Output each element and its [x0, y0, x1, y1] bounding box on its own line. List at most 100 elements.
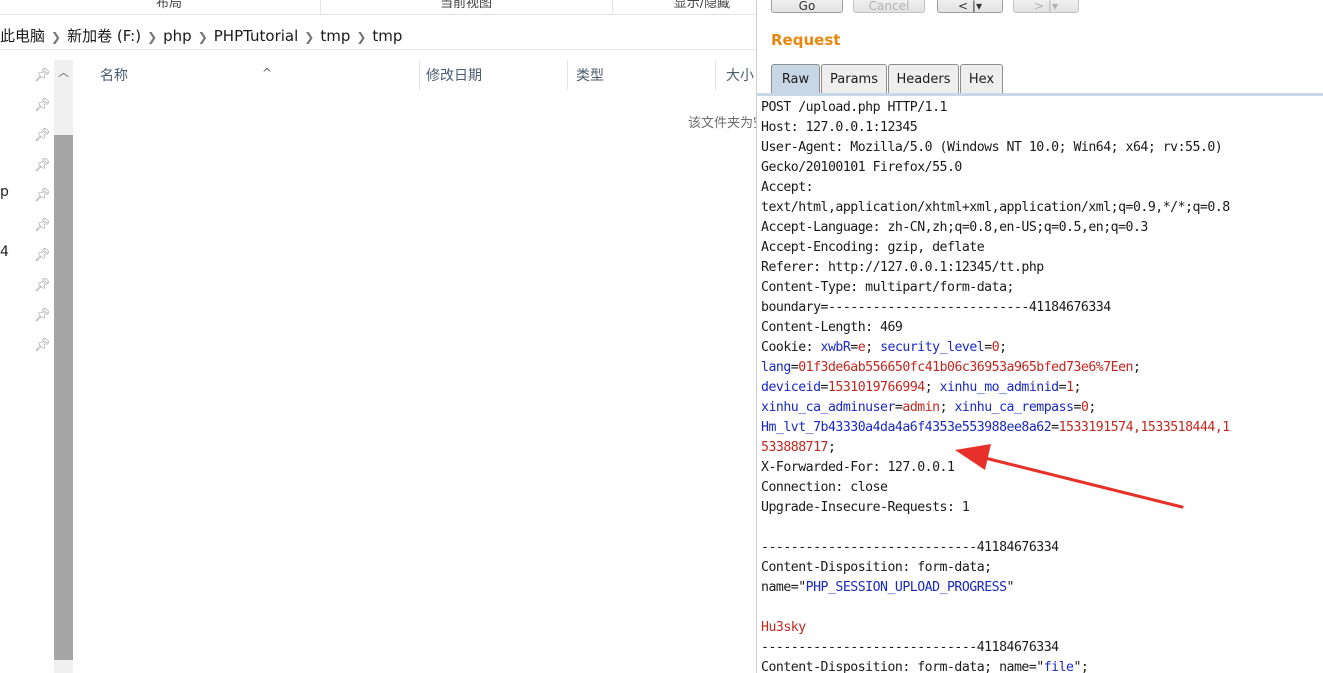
param-value: Hu3sky: [761, 620, 806, 635]
sort-ascending-icon: ^: [262, 66, 273, 80]
empty-folder-message: 该文件夹为空。: [688, 116, 760, 131]
request-text: Content-Disposition: form-data; name=": [761, 660, 1044, 673]
request-line: Content-Disposition: form-data;: [761, 560, 992, 575]
request-line: Referer: http://127.0.0.1:12345/tt.php: [761, 260, 1044, 275]
request-line: [761, 518, 1323, 538]
column-header-name[interactable]: 名称 ^: [90, 60, 420, 90]
tab-hex[interactable]: Hex: [960, 64, 1003, 94]
param-value: 533888717: [761, 440, 828, 455]
param-name: xwbR: [820, 340, 851, 355]
request-line: -----------------------------41184676334: [761, 540, 1059, 555]
request-line: Content-Length: 469: [761, 320, 903, 335]
chevron-right-icon[interactable]: ❯: [198, 24, 208, 50]
param-name: lang: [761, 360, 791, 375]
pin-icon[interactable]: 📌︎: [34, 278, 51, 294]
request-text: ;: [1088, 400, 1096, 415]
pin-icon[interactable]: 📌︎: [34, 218, 51, 234]
breadcrumb-tmp-current[interactable]: tmp: [372, 23, 402, 49]
pin-icon[interactable]: 📌︎: [34, 308, 51, 324]
breadcrumb-drive[interactable]: 新加卷 (F:): [67, 23, 141, 49]
breadcrumb-this-pc[interactable]: 此电脑: [0, 23, 45, 49]
request-line: Accept-Encoding: gzip, deflate: [761, 240, 985, 255]
request-line: Content-Disposition: form-data; name="fi…: [761, 658, 1323, 673]
request-text: =: [1058, 380, 1067, 395]
go-button[interactable]: Go: [771, 0, 843, 13]
nav-item-label-fragment[interactable]: p: [0, 184, 9, 200]
breadcrumb-phptutorial[interactable]: PHPTutorial: [214, 23, 299, 49]
ribbon-group-labels: 布局 当前视图 显示/隐藏: [0, 0, 760, 15]
chevron-right-icon[interactable]: ❯: [356, 24, 366, 50]
request-text: ;: [827, 440, 836, 455]
request-line: X-Forwarded-For: 127.0.0.1: [761, 460, 955, 475]
scrollbar-thumb[interactable]: [54, 135, 73, 660]
request-text: ;: [924, 380, 940, 395]
param-name: Hm_lvt_7b43330a4da4a6f4353e553988ee8a62: [761, 420, 1052, 435]
request-line: Cookie: xwbR=e; security_level=0;: [761, 338, 1323, 358]
raw-request-editor[interactable]: POST /upload.php HTTP/1.1 Host: 127.0.0.1…: [761, 98, 1323, 673]
request-text: name=": [761, 580, 806, 595]
pin-icon[interactable]: 📌︎: [34, 98, 51, 114]
file-explorer-window: 布局 当前视图 显示/隐藏 此电脑 ❯ 新加卷 (F:) ❯ php ❯ PHPTutori…: [0, 0, 760, 673]
burp-repeater-panel: Go Cancel < |▾ > |▾ Request Raw Params H…: [756, 0, 1323, 673]
pin-icon[interactable]: 📌︎: [34, 68, 51, 84]
request-line: Host: 127.0.0.1:12345: [761, 120, 918, 135]
forward-button[interactable]: > |▾: [1013, 0, 1079, 13]
tab-underline: [757, 93, 1323, 96]
request-text: ;: [1133, 360, 1141, 375]
request-text: =: [820, 380, 829, 395]
request-line: boundary=---------------------------4118…: [761, 300, 1111, 315]
address-bar[interactable]: 此电脑 ❯ 新加卷 (F:) ❯ php ❯ PHPTutorial ❯ tmp ❯ tmp: [0, 23, 760, 50]
back-button[interactable]: < |▾: [937, 0, 1003, 13]
request-line: [761, 598, 1323, 618]
param-name: xinhu_ca_adminuser: [761, 400, 895, 415]
request-line: Gecko/20100101 Firefox/55.0: [761, 160, 962, 175]
param-value: 1533191574,1533518444,1: [1058, 420, 1231, 435]
column-header-size[interactable]: 大小: [716, 60, 760, 90]
request-section-title: Request: [771, 31, 841, 49]
param-value: 1: [1066, 380, 1074, 395]
ribbon-group-layout[interactable]: 布局: [18, 0, 321, 14]
request-line: name="PHP_SESSION_UPLOAD_PROGRESS": [761, 578, 1323, 598]
nav-item-label-fragment[interactable]: 4: [0, 244, 9, 260]
request-text: ": [1006, 580, 1015, 595]
column-header-type[interactable]: 类型: [566, 60, 716, 90]
pin-icon[interactable]: 📌︎: [34, 128, 51, 144]
breadcrumb-php[interactable]: php: [163, 23, 192, 49]
ribbon-group-current-view[interactable]: 当前视图: [320, 0, 613, 14]
tab-params[interactable]: Params: [821, 64, 887, 94]
param-name: file: [1043, 660, 1074, 673]
request-line: User-Agent: Mozilla/5.0 (Windows NT 10.0…: [761, 140, 1223, 155]
ribbon-group-show-hide[interactable]: 显示/隐藏: [612, 0, 760, 14]
param-value: admin: [902, 400, 940, 415]
pin-icon[interactable]: 📌︎: [34, 338, 51, 354]
pin-icon[interactable]: 📌︎: [34, 188, 51, 204]
cancel-button[interactable]: Cancel: [853, 0, 925, 13]
screen: 布局 当前视图 显示/隐藏 此电脑 ❯ 新加卷 (F:) ❯ php ❯ PHPTutori…: [0, 0, 1323, 673]
breadcrumb-tmp[interactable]: tmp: [320, 23, 350, 49]
request-line: Upgrade-Insecure-Requests: 1: [761, 500, 970, 515]
request-line: Hm_lvt_7b43330a4da4a6f4353e553988ee8a62=…: [761, 418, 1323, 438]
chevron-up-icon[interactable]: ︿: [54, 60, 73, 86]
tab-raw[interactable]: Raw: [771, 64, 820, 94]
chevron-right-icon[interactable]: ❯: [304, 24, 314, 50]
request-text: ;: [999, 340, 1007, 355]
pin-icon[interactable]: 📌︎: [34, 158, 51, 174]
request-line: Accept-Language: zh-CN,zh;q=0.8,en-US;q=…: [761, 220, 1148, 235]
column-header-modified[interactable]: 修改日期: [416, 60, 568, 90]
request-line: xinhu_ca_adminuser = admin; xinhu_ca_rempa…: [761, 398, 1323, 418]
chevron-right-icon[interactable]: ❯: [51, 24, 61, 50]
request-text: ;: [939, 400, 955, 415]
chevron-right-icon[interactable]: ❯: [147, 24, 157, 50]
nav-scrollbar[interactable]: ︿: [54, 60, 73, 673]
request-text: =: [984, 340, 992, 355]
request-line: Connection: close: [761, 480, 888, 495]
tab-headers[interactable]: Headers: [888, 64, 959, 94]
param-name: xinhu_ca_rempass: [954, 400, 1074, 415]
request-text: =: [1051, 420, 1059, 435]
pin-icon[interactable]: 📌︎: [34, 248, 51, 264]
request-line: deviceid=1531019766994; xinhu_mo_adminid…: [761, 378, 1323, 398]
column-name-label: 名称: [100, 68, 128, 84]
request-line: POST /upload.php HTTP/1.1: [761, 100, 948, 115]
param-name: deviceid: [761, 380, 821, 395]
param-name: PHP_SESSION_UPLOAD_PROGRESS: [805, 580, 1007, 595]
